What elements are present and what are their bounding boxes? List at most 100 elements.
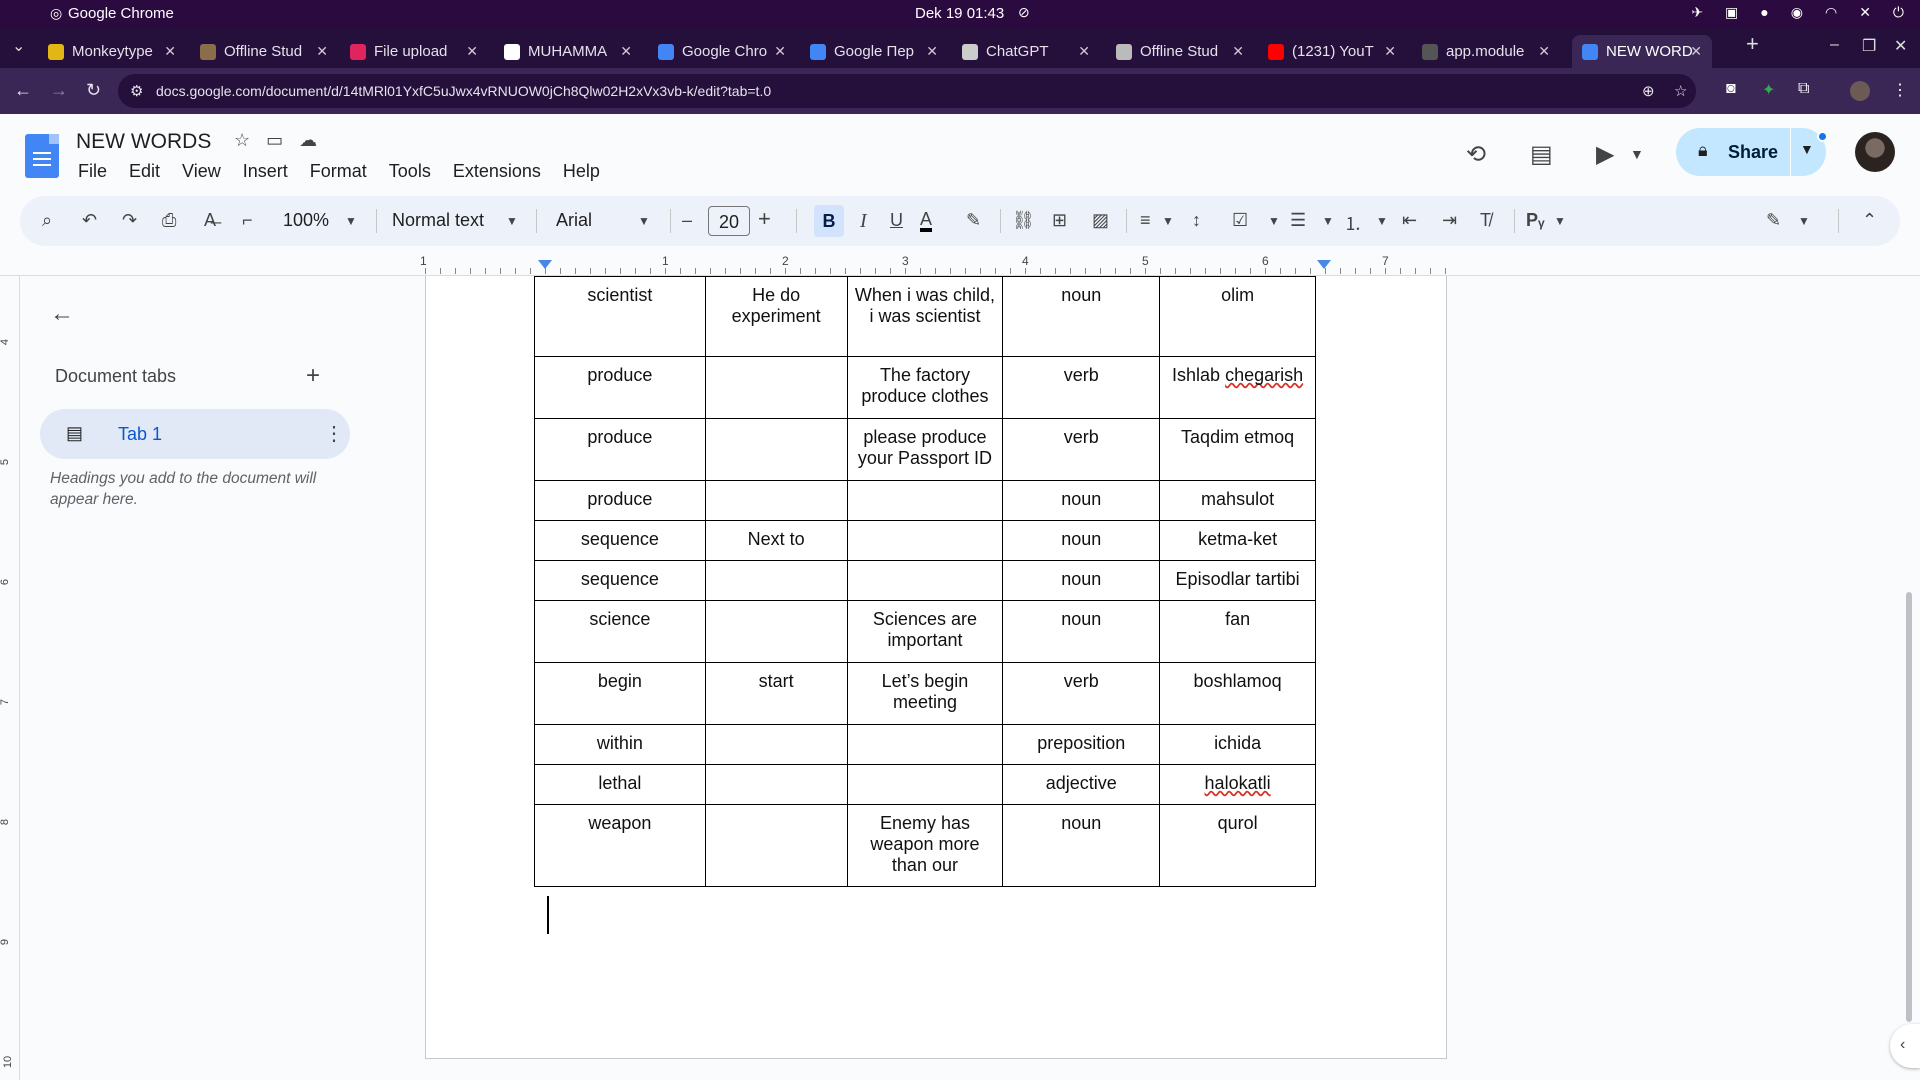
table-cell[interactable]: produce: [534, 418, 706, 481]
document-title[interactable]: NEW WORDS: [76, 130, 211, 154]
table-cell[interactable]: [704, 804, 848, 887]
table-cell[interactable]: [846, 520, 1004, 561]
accessibility-icon[interactable]: ◉: [1791, 4, 1803, 21]
checklist-icon[interactable]: ☑: [1232, 210, 1248, 231]
table-cell[interactable]: adjective: [1002, 764, 1161, 805]
vertical-scrollbar[interactable]: [1906, 592, 1912, 1022]
table-cell[interactable]: noun: [1002, 520, 1161, 561]
increase-font-size-icon[interactable]: +: [758, 206, 771, 232]
table-cell[interactable]: weapon: [534, 804, 706, 887]
close-tab-icon[interactable]: ✕: [466, 43, 478, 60]
browser-tab[interactable]: ChatGPT ✕: [952, 35, 1100, 68]
document-page[interactable]: scientist He do experiment When i was chil…: [425, 276, 1447, 1059]
menu-edit[interactable]: Edit: [129, 161, 160, 182]
zoom-select[interactable]: 100%: [283, 210, 329, 231]
omnibox[interactable]: ⚙ docs.google.com/document/d/14tMRl01Yxf…: [118, 74, 1696, 108]
horizontal-ruler[interactable]: 1 1 2 3 4 5 6 7: [0, 254, 1920, 276]
underline-button[interactable]: U: [890, 210, 903, 231]
table-cell[interactable]: start: [704, 662, 848, 725]
clear-formatting-icon[interactable]: T̸: [1480, 210, 1491, 231]
table-cell[interactable]: noun: [1002, 480, 1161, 521]
table-cell[interactable]: Next to: [704, 520, 848, 561]
table-cell[interactable]: boshlamoq: [1159, 662, 1316, 725]
close-tab-icon[interactable]: ✕: [1690, 43, 1702, 60]
table-cell[interactable]: noun: [1002, 560, 1161, 601]
sidebar-tab-1[interactable]: ▤ Tab 1 ⋮: [40, 409, 350, 459]
meet-icon[interactable]: ▶: [1596, 140, 1614, 169]
browser-tab[interactable]: Google Пер ✕: [800, 35, 948, 68]
more-options-icon[interactable]: ⋮: [324, 421, 344, 446]
close-tab-icon[interactable]: ✕: [926, 43, 938, 60]
table-cell[interactable]: verb: [1002, 356, 1161, 419]
extensions-puzzle-icon[interactable]: ⧉: [1798, 80, 1809, 98]
vocabulary-table[interactable]: scientist He do experiment When i was chil…: [534, 276, 1316, 887]
numbered-list-dropdown-icon[interactable]: ▼: [1376, 214, 1388, 228]
font-size-input[interactable]: 20: [708, 206, 750, 236]
browser-tab[interactable]: (1231) YouT ✕: [1258, 35, 1406, 68]
table-cell[interactable]: begin: [534, 662, 706, 725]
decrease-indent-icon[interactable]: ⇤: [1402, 210, 1417, 231]
power-icon[interactable]: ⏻: [1893, 4, 1904, 21]
docs-logo-icon[interactable]: [25, 134, 59, 178]
insert-image-icon[interactable]: ▨: [1092, 210, 1109, 231]
paint-format-icon[interactable]: ⌐: [242, 210, 253, 231]
table-cell[interactable]: [704, 480, 848, 521]
table-cell[interactable]: [704, 600, 848, 663]
url-text[interactable]: docs.google.com/document/d/14tMRl01YxfC5…: [156, 83, 771, 99]
print-icon[interactable]: ⎙: [162, 210, 176, 231]
highlight-icon[interactable]: ✎: [966, 210, 981, 231]
decrease-font-size-icon[interactable]: –: [682, 210, 692, 231]
table-cell[interactable]: The factory produce clothes: [846, 356, 1004, 419]
table-cell[interactable]: scientist: [534, 276, 706, 357]
bulleted-list-dropdown-icon[interactable]: ▼: [1322, 214, 1334, 228]
table-cell[interactable]: noun: [1002, 276, 1161, 357]
font-dropdown-icon[interactable]: ▼: [638, 214, 650, 228]
table-cell[interactable]: Sciences are important: [846, 600, 1004, 663]
editing-mode-dropdown-icon[interactable]: ▼: [1798, 214, 1810, 228]
table-cell[interactable]: produce: [534, 480, 706, 521]
close-tab-icon[interactable]: ✕: [316, 43, 328, 60]
table-cell[interactable]: [846, 724, 1004, 765]
browser-tab[interactable]: Offline Stud ✕: [190, 35, 338, 68]
search-menus-icon[interactable]: ⌕: [42, 210, 52, 231]
editing-mode-icon[interactable]: ✎: [1766, 210, 1781, 231]
close-tab-icon[interactable]: ✕: [164, 43, 176, 60]
increase-indent-icon[interactable]: ⇥: [1442, 210, 1457, 231]
share-dropdown-icon[interactable]: ▼: [1800, 141, 1814, 157]
zoom-dropdown-icon[interactable]: ▼: [345, 214, 357, 228]
table-cell[interactable]: sequence: [534, 560, 706, 601]
chrome-menu-icon[interactable]: ⋮: [1892, 80, 1908, 100]
table-cell[interactable]: Enemy has weapon more than our: [846, 804, 1004, 887]
table-cell[interactable]: fan: [1159, 600, 1316, 663]
os-clock[interactable]: Dek 19 01:43: [915, 5, 1004, 22]
site-info-icon[interactable]: ⚙: [130, 82, 143, 100]
table-cell[interactable]: [846, 560, 1004, 601]
os-app-name[interactable]: Google Chrome: [68, 5, 174, 22]
browser-tray-icon[interactable]: ●: [1760, 4, 1768, 21]
table-cell[interactable]: please produce your Passport ID: [846, 418, 1004, 481]
tab-search-icon[interactable]: ⌄: [12, 36, 25, 56]
table-cell[interactable]: qurol: [1159, 804, 1316, 887]
browser-tab[interactable]: app.module ✕: [1412, 35, 1560, 68]
menu-view[interactable]: View: [182, 161, 221, 182]
table-cell[interactable]: science: [534, 600, 706, 663]
table-cell[interactable]: Taqdim etmoq: [1159, 418, 1316, 481]
browser-tab[interactable]: Monkeytype ✕: [38, 35, 186, 68]
account-avatar[interactable]: [1855, 132, 1895, 172]
vertical-ruler[interactable]: 4 5 6 7 8 9 10: [0, 276, 20, 1080]
undo-icon[interactable]: ↶: [82, 210, 97, 231]
comments-icon[interactable]: ▤: [1530, 140, 1553, 169]
table-cell[interactable]: When i was child, i was scientist: [846, 276, 1004, 357]
style-select[interactable]: Normal text: [392, 210, 484, 231]
close-tab-icon[interactable]: ✕: [1384, 43, 1396, 60]
insert-link-icon[interactable]: ⛓: [1012, 210, 1035, 231]
new-tab-button[interactable]: +: [1746, 31, 1759, 57]
forward-icon[interactable]: →: [50, 80, 68, 101]
align-icon[interactable]: ≡: [1140, 210, 1151, 231]
numbered-list-icon[interactable]: ⒈: [1344, 210, 1362, 236]
table-cell[interactable]: noun: [1002, 804, 1161, 887]
table-cell[interactable]: olim: [1159, 276, 1316, 357]
close-tab-icon[interactable]: ✕: [1078, 43, 1090, 60]
menu-format[interactable]: Format: [310, 161, 367, 182]
close-tab-icon[interactable]: ✕: [774, 43, 786, 60]
